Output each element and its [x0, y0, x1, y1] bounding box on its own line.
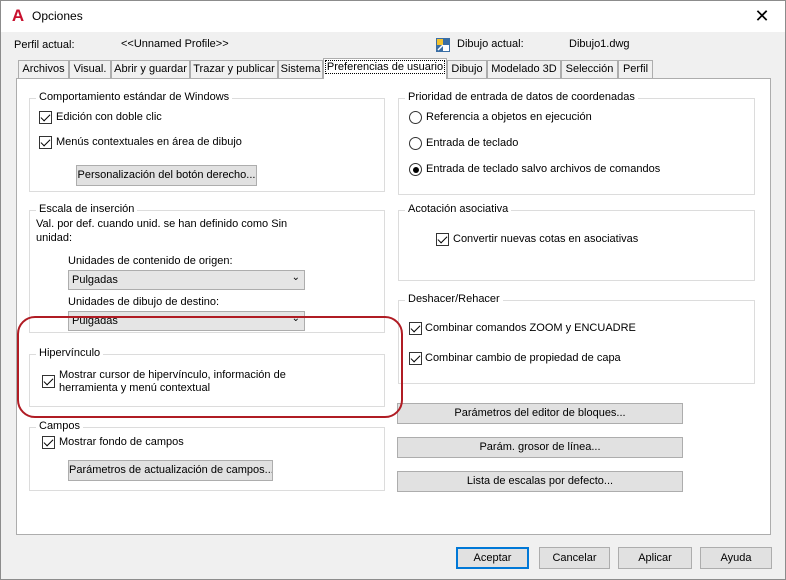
hyperlink-group: Hipervínculo Mostrar cursor de hipervínc…	[29, 347, 385, 407]
help-button[interactable]: Ayuda	[700, 547, 772, 569]
tab-modelado-3d[interactable]: Modelado 3D	[487, 60, 561, 78]
tab-visual[interactable]: Visual.	[69, 60, 111, 78]
chevron-down-icon: ⌄	[291, 313, 300, 324]
tab-perfil[interactable]: Perfil	[618, 60, 653, 78]
autocad-app-icon: A	[11, 6, 25, 25]
drawing-file-icon	[435, 37, 451, 53]
associative-dimension-group: Acotación asociativa Convertir nuevas co…	[398, 203, 755, 281]
fields-group: Campos Mostrar fondo de campos Parámetro…	[29, 420, 385, 491]
radio-keyboard-except-scripts-label: Entrada de teclado salvo archivos de com…	[426, 163, 661, 175]
tab-archivos[interactable]: Archivos	[18, 60, 69, 78]
hyperlink-title: Hipervínculo	[36, 347, 104, 359]
cancel-button[interactable]: Cancelar	[539, 547, 610, 569]
coordinate-priority-title: Prioridad de entrada de datos de coorden…	[405, 91, 638, 103]
associative-dimension-checkbox[interactable]	[436, 233, 449, 246]
source-units-value: Pulgadas	[72, 274, 118, 286]
tab-trazar-publicar[interactable]: Trazar y publicar	[190, 60, 278, 78]
current-drawing-label: Dibujo actual:	[457, 38, 524, 50]
associative-dimension-title: Acotación asociativa	[405, 203, 512, 215]
tab-dibujo[interactable]: Dibujo	[447, 60, 487, 78]
target-units-value: Pulgadas	[72, 315, 118, 327]
close-icon: ✕	[754, 6, 770, 26]
windows-behavior-group: Comportamiento estándar de Windows Edici…	[29, 91, 385, 192]
radio-keyboard-except-scripts[interactable]	[409, 163, 422, 176]
apply-button[interactable]: Aplicar	[618, 547, 692, 569]
current-profile-value: <<Unnamed Profile>>	[121, 38, 229, 50]
current-profile-label: Perfil actual:	[14, 39, 75, 51]
source-units-select[interactable]: Pulgadas ⌄	[68, 270, 305, 290]
right-click-customization-button[interactable]: Personalización del botón derecho...	[76, 165, 257, 186]
combine-zoom-pan-label: Combinar comandos ZOOM y ENCUADRE	[425, 322, 636, 334]
associative-dimension-label: Convertir nuevas cotas en asociativas	[453, 233, 639, 245]
context-menus-label: Menús contextuales en área de dibujo	[56, 136, 242, 148]
field-update-settings-button[interactable]: Parámetros de actualización de campos...	[68, 460, 273, 481]
radio-keyboard-entry-label: Entrada de teclado	[426, 137, 519, 149]
options-dialog: A Opciones ✕ Perfil actual: <<Unnamed Pr…	[0, 0, 786, 580]
target-units-label: Unidades de dibujo de destino:	[68, 296, 220, 308]
user-preferences-panel: Comportamiento estándar de Windows Edici…	[16, 78, 771, 535]
tab-sistema[interactable]: Sistema	[278, 60, 323, 78]
tab-abrir-guardar[interactable]: Abrir y guardar	[111, 60, 190, 78]
combine-layer-change-label: Combinar cambio de propiedad de capa	[425, 352, 621, 364]
insertion-scale-title: Escala de inserción	[36, 203, 138, 215]
tab-preferencias-usuario-label: Preferencias de usuario	[324, 60, 446, 74]
context-menus-checkbox[interactable]	[39, 136, 52, 149]
target-units-select[interactable]: Pulgadas ⌄	[68, 311, 305, 331]
tab-preferencias-usuario[interactable]: Preferencias de usuario	[323, 58, 447, 79]
chevron-down-icon: ⌄	[291, 272, 300, 283]
insertion-scale-description: Val. por def. cuando unid. se han defini…	[36, 218, 288, 244]
insertion-scale-group: Escala de inserción Val. por def. cuando…	[29, 203, 385, 333]
hyperlink-cursor-checkbox[interactable]	[42, 375, 55, 388]
lineweight-settings-button[interactable]: Parám. grosor de línea...	[397, 437, 683, 458]
window-title: Opciones	[32, 9, 83, 23]
combine-zoom-pan-checkbox[interactable]	[409, 322, 422, 335]
fields-title: Campos	[36, 420, 83, 432]
double-click-edit-label: Edición con doble clic	[56, 111, 162, 123]
undo-redo-group: Deshacer/Rehacer Combinar comandos ZOOM …	[398, 293, 755, 384]
radio-running-osnap-label: Referencia a objetos en ejecución	[426, 111, 592, 123]
default-scale-list-button[interactable]: Lista de escalas por defecto...	[397, 471, 683, 492]
combine-layer-change-checkbox[interactable]	[409, 352, 422, 365]
tab-seleccion[interactable]: Selección	[561, 60, 618, 78]
show-field-background-checkbox[interactable]	[42, 436, 55, 449]
close-button[interactable]: ✕	[739, 1, 785, 32]
radio-keyboard-entry[interactable]	[409, 137, 422, 150]
show-field-background-label: Mostrar fondo de campos	[59, 436, 184, 448]
undo-redo-title: Deshacer/Rehacer	[405, 293, 503, 305]
radio-running-osnap[interactable]	[409, 111, 422, 124]
hyperlink-cursor-label: Mostrar cursor de hipervínculo, informac…	[59, 369, 286, 394]
double-click-edit-checkbox[interactable]	[39, 111, 52, 124]
coordinate-priority-group: Prioridad de entrada de datos de coorden…	[398, 91, 755, 195]
accept-button[interactable]: Aceptar	[456, 547, 529, 569]
current-drawing-value: Dibujo1.dwg	[569, 38, 630, 50]
block-editor-settings-button[interactable]: Parámetros del editor de bloques...	[397, 403, 683, 424]
windows-behavior-title: Comportamiento estándar de Windows	[36, 91, 233, 103]
source-units-label: Unidades de contenido de origen:	[68, 255, 233, 267]
title-bar: A Opciones ✕	[1, 1, 785, 32]
